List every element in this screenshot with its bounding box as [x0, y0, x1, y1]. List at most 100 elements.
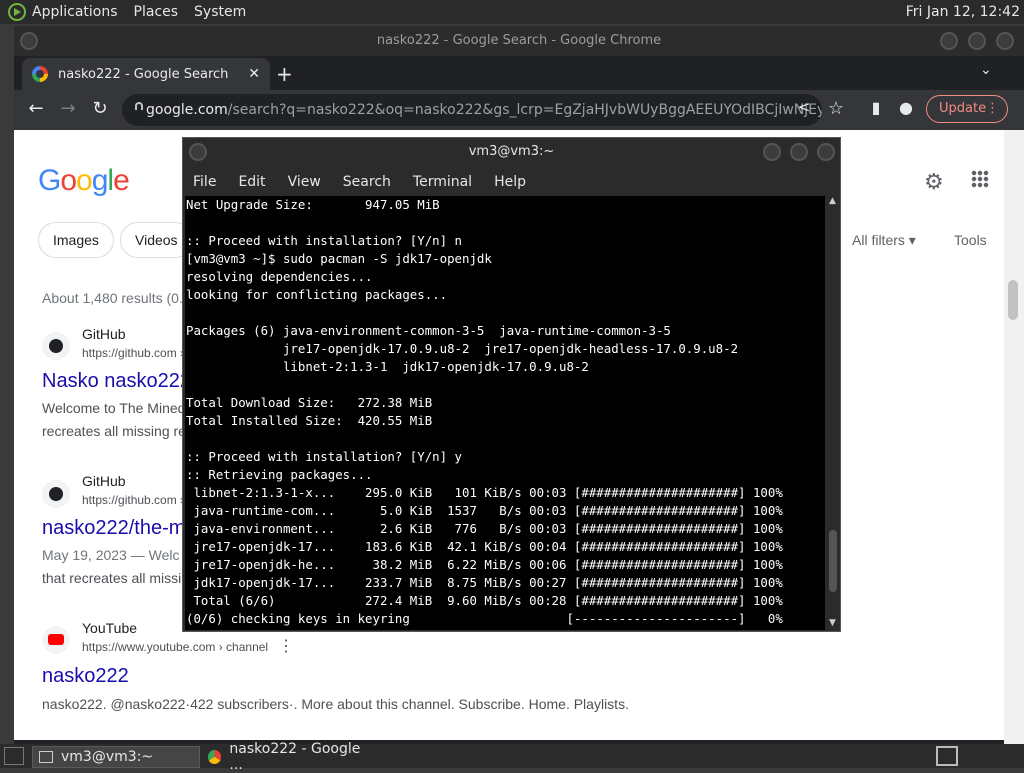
terminal-line: Packages (6) java-environment-common-3-5…: [186, 323, 671, 338]
result-snippet: recreates all missing re: [42, 423, 186, 439]
terminal-line: :: Retrieving packages...: [186, 467, 373, 482]
terminal-text: Net Upgrade Size: 947.05 MiB :: Proceed …: [185, 196, 825, 628]
clock[interactable]: Fri Jan 12, 12:42: [906, 4, 1020, 20]
close-icon[interactable]: [996, 32, 1014, 50]
scrollbar-thumb[interactable]: [1008, 280, 1018, 320]
github-icon[interactable]: [42, 332, 70, 360]
page-scrollbar[interactable]: [1004, 130, 1024, 744]
result-url[interactable]: https://github.com ›: [82, 493, 184, 507]
maximize-icon[interactable]: [968, 32, 986, 50]
terminal-line: Net Upgrade Size: 947.05 MiB: [186, 197, 440, 212]
terminal-line: :: Proceed with installation? [Y/n] y: [186, 449, 463, 464]
terminal-line: (0/6) checking keys in keyring [--------…: [186, 611, 783, 626]
menu-search[interactable]: Search: [343, 174, 391, 190]
terminal-line: jdk17-openjdk-17... 233.7 MiB 8.75 MiB/s…: [186, 575, 783, 590]
terminal-menubar: File Edit View Search Terminal Help: [183, 168, 840, 196]
terminal-scrollbar[interactable]: ▲ ▼: [827, 196, 839, 630]
places-menu[interactable]: Places: [134, 4, 179, 20]
tab-search-chevron-icon[interactable]: ⌄: [980, 62, 992, 78]
update-label: Update: [939, 101, 987, 116]
result-title[interactable]: nasko222: [42, 665, 129, 688]
tab-title: nasko222 - Google Search: [58, 66, 229, 82]
tab-google-search[interactable]: nasko222 - Google Search ✕: [22, 58, 270, 90]
new-tab-button[interactable]: +: [276, 62, 293, 86]
window-menu-icon[interactable]: [20, 32, 38, 50]
terminal-line: looking for conflicting packages...: [186, 287, 448, 302]
result-snippet: May 19, 2023 — Welc: [42, 547, 180, 563]
result-snippet: that recreates all missi: [42, 570, 182, 586]
bookmark-star-icon[interactable]: ☆: [824, 98, 848, 119]
chip-images[interactable]: Images: [38, 222, 114, 258]
scroll-up-icon[interactable]: ▲: [829, 196, 836, 206]
youtube-icon[interactable]: [42, 626, 70, 654]
menu-help[interactable]: Help: [494, 174, 526, 190]
terminal-output[interactable]: Net Upgrade Size: 947.05 MiB :: Proceed …: [185, 196, 825, 630]
menu-edit[interactable]: Edit: [238, 174, 265, 190]
terminal-line: libnet-2:1.3-1 jdk17-openjdk-17.0.9.u8-2: [186, 359, 589, 374]
google-apps-icon[interactable]: [971, 170, 989, 188]
result-url[interactable]: https://github.com ›: [82, 346, 184, 360]
result-snippet: Welcome to The Mined: [42, 400, 186, 416]
maximize-icon[interactable]: [790, 143, 808, 161]
url-path: /search?q=nasko222&oq=nasko222&gs_lcrp=E…: [227, 102, 822, 118]
update-button[interactable]: Update ⋮: [926, 95, 1008, 123]
terminal-icon: [39, 751, 53, 763]
taskbar-item-label: nasko222 - Google ...: [229, 741, 361, 773]
window-menu-icon[interactable]: [189, 143, 207, 161]
bottom-taskbar: vm3@vm3:~ nasko222 - Google ...: [0, 741, 1024, 773]
result-options-icon[interactable]: ⋮: [278, 636, 294, 656]
taskbar-item-terminal[interactable]: vm3@vm3:~: [32, 746, 200, 768]
scroll-down-icon[interactable]: ▼: [829, 618, 836, 628]
close-icon[interactable]: [817, 143, 835, 161]
side-panel-icon[interactable]: ▮: [864, 98, 888, 117]
settings-gear-icon[interactable]: ⚙: [924, 170, 944, 195]
terminal-line: java-environment... 2.6 KiB 776 B/s 00:0…: [186, 521, 783, 536]
result-site-name[interactable]: GitHub: [82, 326, 126, 342]
terminal-line: jre17-openjdk-17... 183.6 KiB 42.1 KiB/s…: [186, 539, 783, 554]
show-desktop-icon[interactable]: [4, 747, 24, 765]
result-site-name[interactable]: GitHub: [82, 473, 126, 489]
tools-button[interactable]: Tools: [954, 232, 987, 248]
taskbar-item-chrome[interactable]: nasko222 - Google ...: [202, 741, 372, 773]
terminal-line: jre17-openjdk-he... 38.2 MiB 6.22 MiB/s …: [186, 557, 783, 572]
result-site-name[interactable]: YouTube: [82, 620, 137, 636]
minimize-icon[interactable]: [940, 32, 958, 50]
system-menu[interactable]: System: [194, 4, 246, 20]
url-host: google.com: [146, 102, 228, 118]
chrome-title-bar[interactable]: nasko222 - Google Search - Google Chrome: [14, 26, 1024, 56]
tab-strip: nasko222 - Google Search ✕ + ⌄: [14, 56, 1024, 90]
address-bar[interactable]: google.com/search?q=nasko222&oq=nasko222…: [122, 94, 822, 126]
terminal-line: :: Proceed with installation? [Y/n] n: [186, 233, 463, 248]
result-title[interactable]: nasko222/the-m: [42, 517, 185, 540]
taskbar-item-label: vm3@vm3:~: [61, 749, 154, 765]
applications-menu[interactable]: Applications: [32, 4, 118, 20]
terminal-window: vm3@vm3:~ File Edit View Search Terminal…: [182, 137, 841, 632]
menu-file[interactable]: File: [193, 174, 216, 190]
terminal-scrollbar-thumb[interactable]: [829, 530, 837, 592]
menu-view[interactable]: View: [288, 174, 321, 190]
chrome-menu-icon[interactable]: ⋮: [986, 96, 999, 122]
terminal-title-bar[interactable]: vm3@vm3:~: [183, 138, 840, 166]
back-icon[interactable]: ←: [24, 98, 48, 119]
share-icon[interactable]: <: [792, 98, 816, 116]
terminal-line: Total Installed Size: 420.55 MiB: [186, 413, 433, 428]
result-title[interactable]: Nasko nasko222: [42, 370, 191, 393]
menu-terminal[interactable]: Terminal: [413, 174, 472, 190]
github-icon[interactable]: [42, 480, 70, 508]
terminal-line: java-runtime-com... 5.0 KiB 1537 B/s 00:…: [186, 503, 783, 518]
minimize-icon[interactable]: [763, 143, 781, 161]
reload-icon[interactable]: ↻: [88, 98, 112, 119]
terminal-line: Total (6/6) 272.4 MiB 9.60 MiB/s 00:28 […: [186, 593, 783, 608]
forward-icon[interactable]: →: [56, 98, 80, 119]
google-logo[interactable]: Google: [38, 164, 130, 198]
tab-close-icon[interactable]: ✕: [248, 66, 260, 82]
chrome-toolbar: ← → ↻ google.com/search?q=nasko222&oq=na…: [14, 90, 1024, 130]
terminal-title: vm3@vm3:~: [468, 144, 555, 159]
workspace-switcher[interactable]: [936, 746, 958, 766]
all-filters-button[interactable]: All filters ▾: [852, 232, 916, 249]
terminal-line: [vm3@vm3 ~]$ sudo pacman -S jdk17-openjd…: [186, 251, 492, 266]
result-url[interactable]: https://www.youtube.com › channel: [82, 640, 268, 654]
mint-logo-icon[interactable]: [8, 3, 26, 21]
profile-icon[interactable]: ●: [894, 98, 918, 117]
all-filters-label: All filters: [852, 232, 905, 248]
